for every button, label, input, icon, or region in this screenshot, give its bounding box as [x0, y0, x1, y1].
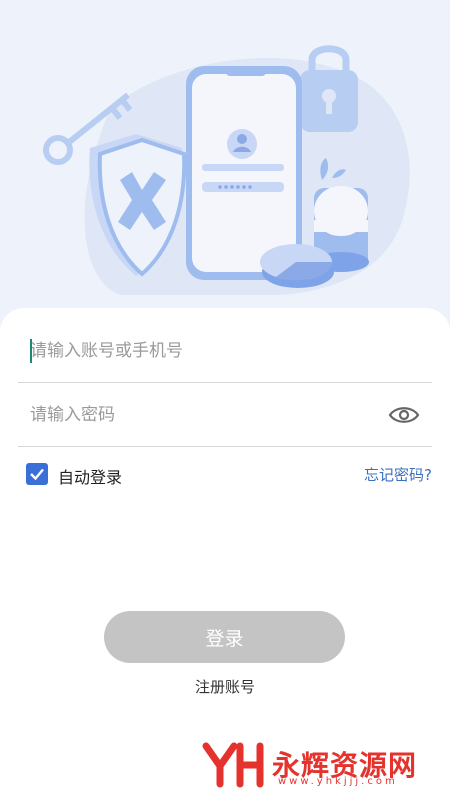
login-button[interactable]: 登录: [104, 611, 345, 663]
disk-icon: [260, 244, 334, 288]
watermark-logo: [202, 742, 264, 788]
text-cursor: [30, 339, 32, 363]
auto-login-checkbox[interactable]: [26, 463, 48, 485]
account-input[interactable]: [30, 336, 370, 366]
watermark: 永辉资源网 www.yhkjjj.com: [200, 740, 440, 790]
auto-login-label: 自动登录: [58, 468, 123, 487]
watermark-url: www.yhkjjj.com: [278, 776, 398, 787]
account-field[interactable]: [18, 318, 432, 383]
password-field[interactable]: [18, 382, 432, 447]
register-link[interactable]: 注册账号: [0, 676, 450, 697]
check-icon: [30, 468, 44, 481]
hero-illustration: [0, 0, 450, 330]
lock-icon: [300, 45, 358, 132]
forgot-password-link[interactable]: 忘记密码?: [364, 464, 432, 485]
password-input[interactable]: [30, 400, 370, 430]
eye-icon[interactable]: [388, 403, 420, 427]
security-illustration: [43, 45, 410, 296]
remember-row: 自动登录 忘记密码?: [26, 460, 432, 490]
